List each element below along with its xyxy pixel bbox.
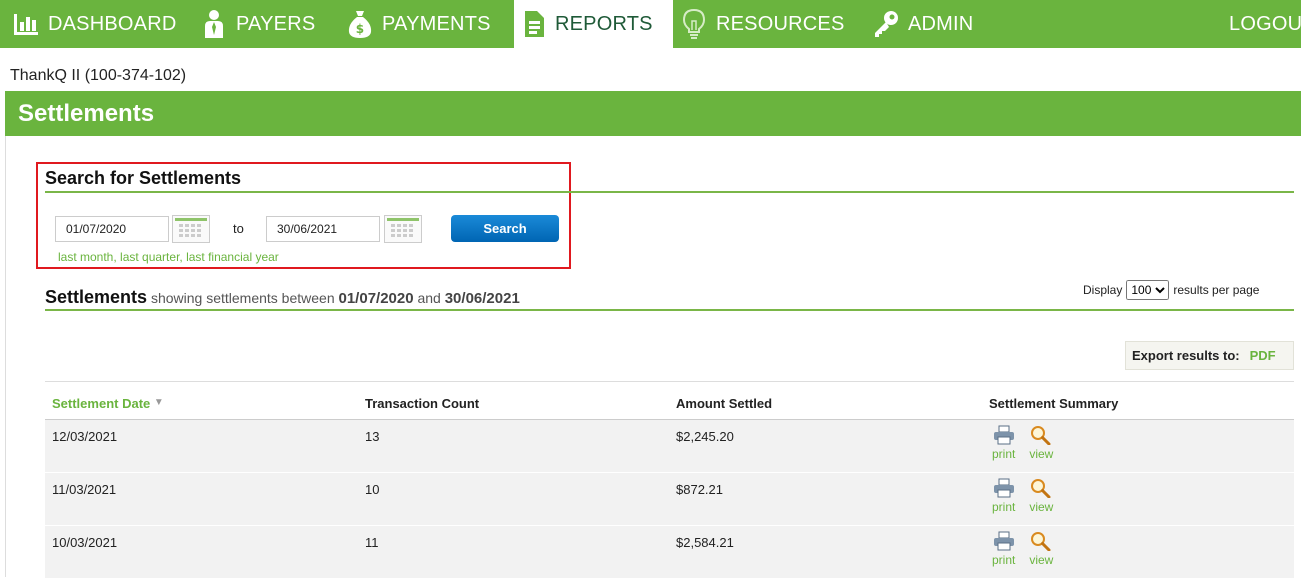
settlements-table: Settlement Date ▼ Transaction Count Amou… bbox=[45, 381, 1294, 579]
account-name: ThankQ II (100-374-102) bbox=[10, 67, 187, 84]
nav-payments-label: PAYMENTS bbox=[382, 12, 491, 35]
results-heading: Settlements showing settlements between … bbox=[45, 287, 520, 308]
col-settlement-summary: Settlement Summary bbox=[989, 396, 1119, 411]
sort-down-icon: ▼ bbox=[153, 397, 164, 408]
cell-amount: $872.21 bbox=[676, 482, 723, 497]
view-label: view bbox=[1029, 553, 1054, 567]
from-calendar-icon[interactable] bbox=[172, 215, 210, 243]
document-icon bbox=[521, 9, 547, 39]
search-button[interactable]: Search bbox=[451, 215, 559, 242]
nav-payers-label: PAYERS bbox=[236, 12, 316, 35]
last-quarter-link[interactable]: last quarter bbox=[120, 250, 179, 264]
nav-dashboard-label: DASHBOARD bbox=[48, 12, 177, 35]
view-button[interactable]: view bbox=[1029, 425, 1053, 461]
top-nav: DASHBOARD PAYERS $ PAYMENTS REPORTS RESO… bbox=[0, 0, 1301, 48]
col-amount-settled: Amount Settled bbox=[676, 396, 773, 411]
to-calendar-icon[interactable] bbox=[384, 215, 422, 243]
results-showing-text: showing settlements between bbox=[150, 290, 335, 306]
col-settlement-date-label: Settlement Date bbox=[52, 396, 151, 411]
nav-payers[interactable]: PAYERS bbox=[200, 0, 315, 48]
print-label: print bbox=[992, 553, 1016, 567]
magnifier-icon bbox=[1031, 479, 1051, 498]
money-bag-icon: $ bbox=[346, 9, 374, 39]
content-left-border bbox=[5, 136, 6, 577]
row-actions: print view bbox=[992, 531, 1053, 567]
nav-admin[interactable]: ADMIN bbox=[872, 0, 973, 48]
logout-link[interactable]: LOGOUT bbox=[1229, 0, 1301, 48]
col-settlement-date[interactable]: Settlement Date ▼ bbox=[52, 396, 164, 411]
nav-resources-label: RESOURCES bbox=[716, 12, 845, 35]
row-actions: print view bbox=[992, 478, 1053, 514]
date-range-to-label: to bbox=[233, 221, 244, 236]
view-button[interactable]: view bbox=[1029, 531, 1053, 567]
view-label: view bbox=[1029, 500, 1054, 514]
results-title: Settlements bbox=[45, 287, 148, 307]
cell-date: 12/03/2021 bbox=[52, 429, 118, 444]
search-title-divider bbox=[45, 191, 1294, 193]
cell-amount: $2,584.21 bbox=[676, 535, 734, 550]
print-label: print bbox=[992, 500, 1016, 514]
page-title: Settlements bbox=[18, 100, 155, 127]
page-title-bar: Settlements bbox=[5, 91, 1301, 136]
printer-icon bbox=[993, 531, 1014, 551]
cell-count: 10 bbox=[365, 482, 380, 497]
cell-count: 13 bbox=[365, 429, 380, 444]
row-actions: print view bbox=[992, 425, 1053, 461]
results-divider bbox=[45, 309, 1294, 311]
table-header: Settlement Date ▼ Transaction Count Amou… bbox=[45, 381, 1294, 420]
bar-chart-icon bbox=[12, 9, 40, 39]
to-date-input[interactable] bbox=[266, 216, 380, 242]
results-and-text: and bbox=[417, 290, 441, 306]
from-date-input[interactable] bbox=[55, 216, 169, 242]
last-month-link[interactable]: last month bbox=[58, 250, 113, 264]
col-transaction-count: Transaction Count bbox=[365, 396, 480, 411]
quick-date-links: last month, last quarter, last financial… bbox=[58, 250, 279, 264]
lightbulb-icon bbox=[680, 8, 708, 39]
view-label: view bbox=[1029, 447, 1054, 461]
results-per-page-control: Display 100 results per page bbox=[1083, 280, 1259, 300]
person-icon bbox=[200, 9, 228, 39]
table-row: 12/03/2021 13 $2,245.20 print view bbox=[45, 420, 1294, 473]
export-pdf-link[interactable]: PDF bbox=[1250, 348, 1276, 363]
export-label: Export results to: bbox=[1132, 348, 1240, 363]
nav-admin-label: ADMIN bbox=[908, 12, 974, 35]
print-label: print bbox=[992, 447, 1016, 461]
per-page-select[interactable]: 100 bbox=[1126, 280, 1170, 300]
print-button[interactable]: print bbox=[992, 478, 1015, 514]
nav-dashboard[interactable]: DASHBOARD bbox=[12, 0, 177, 48]
magnifier-icon bbox=[1031, 532, 1051, 551]
display-label: Display bbox=[1083, 283, 1123, 297]
view-button[interactable]: view bbox=[1029, 478, 1053, 514]
nav-resources[interactable]: RESOURCES bbox=[680, 0, 845, 48]
search-section-title: Search for Settlements bbox=[45, 168, 242, 188]
nav-reports-label: REPORTS bbox=[555, 12, 653, 35]
svg-text:$: $ bbox=[356, 22, 365, 36]
magnifier-icon bbox=[1031, 426, 1051, 445]
cell-date: 11/03/2021 bbox=[52, 482, 117, 497]
printer-icon bbox=[993, 478, 1014, 498]
printer-icon bbox=[993, 425, 1014, 445]
cell-amount: $2,245.20 bbox=[676, 429, 734, 444]
print-button[interactable]: print bbox=[992, 531, 1015, 567]
cell-date: 10/03/2021 bbox=[52, 535, 118, 550]
print-button[interactable]: print bbox=[992, 425, 1015, 461]
results-from-date: 01/07/2020 bbox=[338, 290, 414, 307]
results-to-date: 30/06/2021 bbox=[444, 290, 520, 307]
export-panel: Export results to: PDF bbox=[1125, 341, 1294, 370]
last-financial-year-link[interactable]: last financial year bbox=[186, 250, 279, 264]
cell-count: 11 bbox=[365, 535, 379, 550]
nav-payments[interactable]: $ PAYMENTS bbox=[346, 0, 491, 48]
key-icon bbox=[872, 9, 900, 39]
per-page-label: results per page bbox=[1173, 283, 1260, 297]
nav-reports[interactable]: REPORTS bbox=[514, 0, 673, 48]
table-row: 11/03/2021 10 $872.21 print view bbox=[45, 473, 1294, 526]
table-row: 10/03/2021 11 $2,584.21 print view bbox=[45, 526, 1294, 579]
logout-label: LOGOUT bbox=[1229, 12, 1301, 35]
